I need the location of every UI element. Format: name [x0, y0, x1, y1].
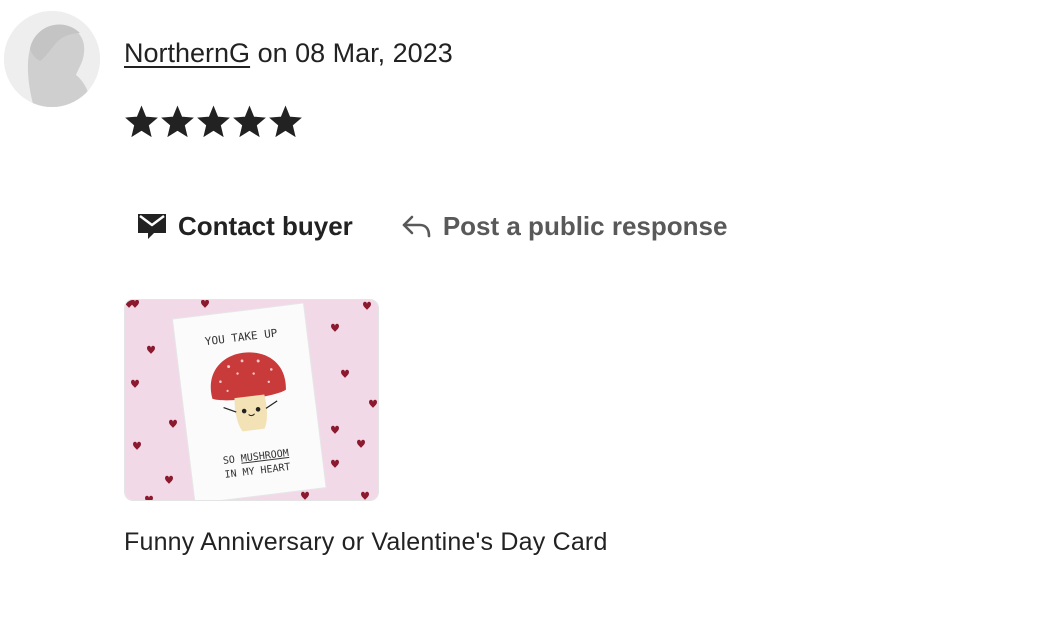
star-filled-icon — [269, 105, 302, 138]
product-title-link[interactable]: Funny Anniversary or Valentine's Day Car… — [124, 525, 608, 559]
review-meta: NorthernG on 08 Mar, 2023 — [124, 36, 453, 70]
reviewer-username-link[interactable]: NorthernG — [124, 38, 250, 68]
reply-arrow-icon — [402, 215, 431, 238]
card-text-so: SO — [222, 455, 235, 467]
user-avatar[interactable] — [4, 11, 100, 107]
default-user-silhouette-icon — [4, 11, 100, 107]
post-public-response-label: Post a public response — [442, 211, 728, 241]
contact-buyer-button[interactable]: Contact buyer — [136, 208, 353, 244]
star-filled-icon — [197, 105, 230, 138]
review-item: NorthernG on 08 Mar, 2023 Contact buyer … — [0, 0, 1052, 626]
product-thumbnail[interactable]: YOU TAKE UP SO MUSHROOM IN MY HEART — [124, 299, 379, 501]
star-filled-icon — [233, 105, 266, 138]
product-image: YOU TAKE UP SO MUSHROOM IN MY HEART — [125, 300, 378, 500]
contact-buyer-label: Contact buyer — [178, 211, 353, 241]
review-actions: Contact buyer Post a public response — [136, 208, 727, 244]
mail-speech-bubble-icon — [138, 214, 166, 239]
star-filled-icon — [161, 105, 194, 138]
review-date: on 08 Mar, 2023 — [257, 38, 453, 68]
post-public-response-button[interactable]: Post a public response — [401, 208, 728, 244]
star-filled-icon — [125, 105, 158, 138]
star-rating — [124, 104, 303, 140]
